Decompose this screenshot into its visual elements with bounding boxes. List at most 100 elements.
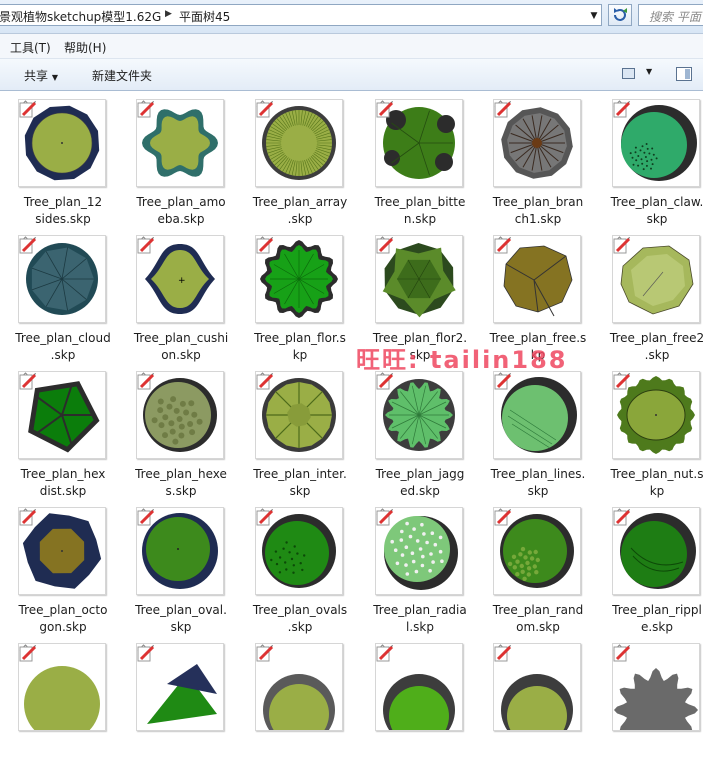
menu-item-help[interactable]: 帮助(H) (64, 39, 106, 56)
file-item[interactable]: Tree_plan_amo eba.skp (118, 91, 234, 227)
sketchup-file-icon (494, 645, 512, 662)
svg-text:+: + (178, 276, 186, 286)
sketchup-file-icon (256, 237, 274, 254)
sketchup-file-icon (19, 101, 37, 118)
file-name-line1: Tree_plan_array (252, 195, 348, 209)
file-name: Tree_plan_rand om.skp (485, 602, 591, 636)
file-name: Tree_plan_claw. skp (604, 194, 703, 228)
file-item[interactable]: Tree_plan_ovals .skp (237, 499, 353, 635)
file-name-line2: s.skp (165, 484, 197, 498)
file-thumbnail (255, 371, 343, 459)
sketchup-file-icon (19, 237, 37, 254)
file-item[interactable]: Tree_plan_hexe s.skp (118, 363, 234, 499)
file-item[interactable]: Tree_plan_rippl e.skp (594, 499, 703, 635)
file-item[interactable]: Tree_plan_free2 .skp (594, 227, 703, 363)
sketchup-file-icon (376, 101, 394, 118)
file-item[interactable]: Tree_plan_hex dist.skp (0, 363, 116, 499)
sketchup-file-icon (256, 373, 274, 390)
file-item[interactable]: Tree_plan_jagg ed.skp (357, 363, 473, 499)
sketchup-file-icon (613, 237, 631, 254)
file-name-line2: ed.skp (400, 484, 440, 498)
file-item[interactable]: Tree_plan_nut.s kp (594, 363, 703, 499)
preview-pane-icon[interactable] (676, 67, 692, 81)
file-item[interactable]: Tree_plan_oval.skp (118, 499, 234, 635)
new-folder-button[interactable]: 新建文件夹 (92, 67, 152, 84)
sketchup-file-icon (19, 373, 37, 390)
file-name: Tree_plan_nut.s kp (604, 466, 703, 500)
file-item[interactable]: Tree_plan_array .skp (237, 91, 353, 227)
file-item[interactable]: Tree_plan_bran ch1.skp (475, 91, 591, 227)
file-name-line1: Tree_plan_free2 (609, 331, 703, 345)
breadcrumb-arrow-icon[interactable]: ▶ (165, 9, 172, 19)
sketchup-file-icon (376, 509, 394, 526)
file-thumbnail (255, 507, 343, 595)
refresh-button[interactable] (608, 4, 632, 26)
file-name-line2: kp (649, 484, 665, 498)
sketchup-file-icon (376, 237, 394, 254)
change-view-icon[interactable] (622, 68, 635, 79)
file-name-line2: .skp (287, 620, 313, 634)
sketchup-file-icon (613, 509, 631, 526)
file-item[interactable] (0, 635, 116, 771)
file-item[interactable] (475, 635, 591, 771)
sketchup-file-icon (137, 237, 155, 254)
file-name-line2: ch1.skp (514, 212, 562, 226)
file-item[interactable]: Tree_plan_octo gon.skp (0, 499, 116, 635)
sketchup-file-icon (494, 509, 512, 526)
file-item[interactable]: + Tree_plan_cushi on.skp (118, 227, 234, 363)
file-name-line1: Tree_plan_inter. (253, 467, 347, 481)
file-thumbnail (18, 99, 106, 187)
file-name-line1: Tree_plan_oval. (135, 603, 227, 617)
sketchup-file-icon (613, 373, 631, 390)
file-name-line2: skp (170, 620, 192, 634)
file-thumbnail (493, 235, 581, 323)
file-item[interactable] (357, 635, 473, 771)
file-name-line2: skp (527, 484, 549, 498)
file-item[interactable] (118, 635, 234, 771)
address-bar[interactable]: 景观植物sketchup模型1.62G ▶ 平面树45 ▼ (0, 4, 602, 26)
file-name-line2: eba.skp (157, 212, 205, 226)
file-thumbnail (493, 507, 581, 595)
file-name-line1: Tree_plan_hexe (135, 467, 227, 481)
file-item[interactable] (237, 635, 353, 771)
share-button[interactable]: 共享 ▼ (24, 67, 58, 84)
address-bar-row: 景观植物sketchup模型1.62G ▶ 平面树45 ▼ 搜索 平面 (0, 0, 703, 34)
file-name: Tree_plan_ovals .skp (247, 602, 353, 636)
file-item[interactable]: Tree_plan_lines. skp (475, 363, 591, 499)
file-item[interactable]: Tree_plan_12 sides.skp (0, 91, 116, 227)
file-name: Tree_plan_bitte n.skp (367, 194, 473, 228)
breadcrumb-segment-parent[interactable]: 景观植物sketchup模型1.62G (0, 8, 161, 25)
file-thumbnail (255, 99, 343, 187)
file-name-line1: Tree_plan_cloud (15, 331, 111, 345)
file-name-line2: .skp (644, 348, 670, 362)
menu-item-tools[interactable]: 工具(T) (10, 39, 51, 56)
file-name: Tree_plan_rippl e.skp (604, 602, 703, 636)
file-item[interactable]: Tree_plan_radia l.skp (357, 499, 473, 635)
file-name: Tree_plan_oval.skp (128, 602, 234, 636)
file-item[interactable]: Tree_plan_rand om.skp (475, 499, 591, 635)
file-name: Tree_plan_12 sides.skp (10, 194, 116, 228)
file-name-line1: Tree_plan_12 (23, 195, 103, 209)
file-item[interactable]: Tree_plan_flor.s kp (237, 227, 353, 363)
file-name-line1: Tree_plan_rippl (612, 603, 702, 617)
file-item[interactable]: Tree_plan_bitte n.skp (357, 91, 473, 227)
file-thumbnail (18, 643, 106, 731)
file-item[interactable]: Tree_plan_claw. skp (594, 91, 703, 227)
file-name: Tree_plan_free2 .skp (604, 330, 703, 364)
file-item[interactable]: Tree_plan_cloud .skp (0, 227, 116, 363)
sketchup-file-icon (376, 645, 394, 662)
sketchup-file-icon (613, 101, 631, 118)
file-name: Tree_plan_jagg ed.skp (367, 466, 473, 500)
sketchup-file-icon (256, 645, 274, 662)
file-name-line1: Tree_plan_amo (136, 195, 226, 209)
address-dropdown-icon[interactable]: ▼ (587, 9, 601, 23)
file-item[interactable] (594, 635, 703, 771)
search-input[interactable]: 搜索 平面 (638, 4, 703, 26)
file-name-line1: Tree_plan_bitte (374, 195, 466, 209)
file-item[interactable]: Tree_plan_inter. skp (237, 363, 353, 499)
sketchup-file-icon (613, 645, 631, 662)
share-label: 共享 (24, 69, 49, 83)
breadcrumb-segment-current[interactable]: 平面树45 (179, 8, 230, 25)
view-dropdown-icon[interactable]: ▼ (646, 67, 652, 76)
command-bar: 共享 ▼ 新建文件夹 ▼ (0, 59, 703, 91)
